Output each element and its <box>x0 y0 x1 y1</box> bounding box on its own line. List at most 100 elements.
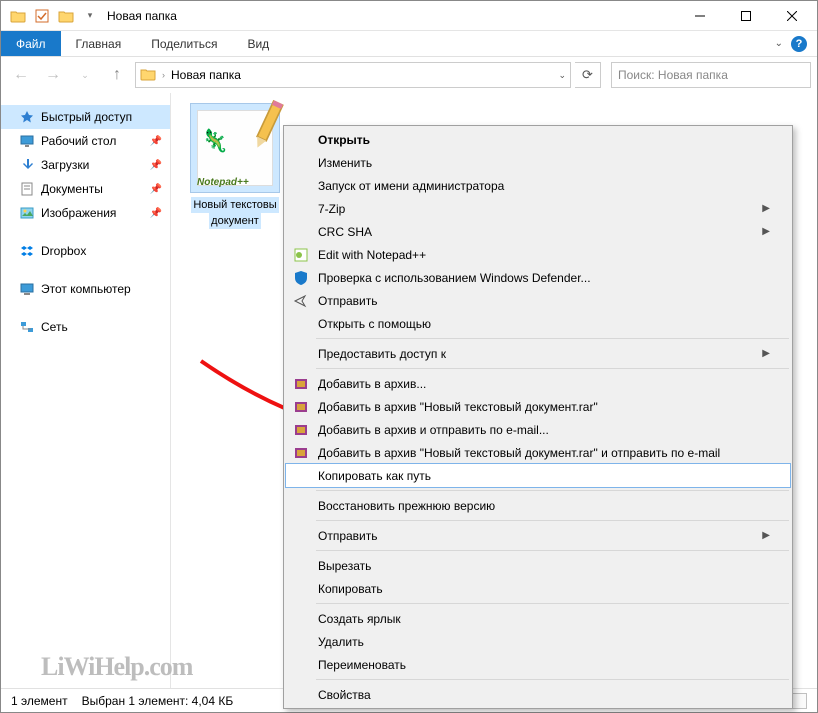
winrar-icon <box>292 421 310 439</box>
menu-send-to[interactable]: Отправить▶ <box>286 524 790 547</box>
menu-edit[interactable]: Изменить <box>286 151 790 174</box>
shield-icon <box>292 269 310 287</box>
menu-edit-npp[interactable]: Edit with Notepad++ <box>286 243 790 266</box>
quick-access-toolbar: ▾ <box>3 7 99 25</box>
file-label: Новый текстовы документ <box>181 197 289 229</box>
submenu-arrow-icon: ▶ <box>762 203 770 214</box>
network-icon <box>19 319 35 335</box>
menu-add-archive-rar[interactable]: Добавить в архив "Новый текстовый докуме… <box>286 395 790 418</box>
pictures-icon <box>19 205 35 221</box>
star-icon <box>19 109 35 125</box>
notepad-icon <box>292 246 310 264</box>
submenu-arrow-icon: ▶ <box>762 530 770 541</box>
history-dropdown[interactable]: ⌄ <box>71 62 99 88</box>
window-controls <box>677 1 815 31</box>
menu-restore[interactable]: Восстановить прежнюю версию <box>286 494 790 517</box>
tab-file[interactable]: Файл <box>1 31 61 56</box>
pin-icon: 📌 <box>150 208 162 219</box>
menu-run-as-admin[interactable]: Запуск от имени администратора <box>286 174 790 197</box>
sidebar-item-pictures[interactable]: Изображения 📌 <box>1 201 170 225</box>
forward-button[interactable]: → <box>39 62 67 88</box>
sidebar-item-quick-access[interactable]: Быстрый доступ <box>1 105 170 129</box>
pin-icon: 📌 <box>150 160 162 171</box>
tab-home[interactable]: Главная <box>61 31 137 56</box>
sidebar-label: Dropbox <box>41 244 86 258</box>
menu-separator <box>316 368 789 369</box>
file-thumbnail: 🦎 Notepad++ <box>190 103 280 193</box>
chevron-down-icon: ⌄ <box>775 38 783 49</box>
winrar-icon <box>292 375 310 393</box>
address-field[interactable]: › Новая папка ⌄ <box>135 62 571 88</box>
status-selected: Выбран 1 элемент: 4,04 КБ <box>82 694 234 708</box>
breadcrumb-location[interactable]: Новая папка <box>171 68 241 82</box>
menu-separator <box>316 520 789 521</box>
maximize-button[interactable] <box>723 1 769 31</box>
help-icon[interactable]: ? <box>791 36 807 52</box>
window-title: Новая папка <box>107 9 177 23</box>
menu-add-rar-email[interactable]: Добавить в архив "Новый текстовый докуме… <box>286 441 790 464</box>
sidebar-item-desktop[interactable]: Рабочий стол 📌 <box>1 129 170 153</box>
sidebar-item-network[interactable]: Сеть <box>1 315 170 339</box>
lizard-icon: 🦎 <box>201 134 228 148</box>
checkbox-icon[interactable] <box>33 7 51 25</box>
back-button[interactable]: ← <box>7 62 35 88</box>
menu-separator <box>316 603 789 604</box>
up-button[interactable]: ↑ <box>103 62 131 88</box>
minimize-button[interactable] <box>677 1 723 31</box>
sidebar-label: Документы <box>41 182 103 196</box>
close-button[interactable] <box>769 1 815 31</box>
sidebar-label: Быстрый доступ <box>41 110 132 124</box>
menu-give-access[interactable]: Предоставить доступ к▶ <box>286 342 790 365</box>
menu-copy-as-path[interactable]: Копировать как путь <box>286 464 790 487</box>
sidebar-item-downloads[interactable]: Загрузки 📌 <box>1 153 170 177</box>
dropbox-icon <box>19 243 35 259</box>
refresh-button[interactable]: ⟳ <box>575 62 601 88</box>
menu-7zip[interactable]: 7-Zip▶ <box>286 197 790 220</box>
menu-separator <box>316 338 789 339</box>
file-item[interactable]: 🦎 Notepad++ Новый текстовы документ <box>181 103 289 229</box>
tab-share[interactable]: Поделиться <box>136 31 232 56</box>
tab-view[interactable]: Вид <box>232 31 284 56</box>
pin-icon: 📌 <box>150 184 162 195</box>
sidebar: Быстрый доступ Рабочий стол 📌 Загрузки 📌… <box>1 93 171 695</box>
status-count: 1 элемент <box>11 694 68 708</box>
menu-open-with[interactable]: Открыть с помощью <box>286 312 790 335</box>
documents-icon <box>19 181 35 197</box>
sidebar-label: Этот компьютер <box>41 282 131 296</box>
share-icon <box>292 292 310 310</box>
notepad-badge: Notepad++ <box>197 176 249 190</box>
menu-copy[interactable]: Копировать <box>286 577 790 600</box>
address-dropdown-icon[interactable]: ⌄ <box>558 70 566 81</box>
menu-send[interactable]: Отправить <box>286 289 790 312</box>
sidebar-item-this-pc[interactable]: Этот компьютер <box>1 277 170 301</box>
search-input[interactable]: Поиск: Новая папка <box>611 62 811 88</box>
sidebar-label: Загрузки <box>41 158 89 172</box>
menu-shortcut[interactable]: Создать ярлык <box>286 607 790 630</box>
submenu-arrow-icon: ▶ <box>762 226 770 237</box>
menu-delete[interactable]: Удалить <box>286 630 790 653</box>
menu-separator <box>316 490 789 491</box>
menu-add-archive[interactable]: Добавить в архив... <box>286 372 790 395</box>
ribbon-expand[interactable]: ⌄ ? <box>765 31 817 56</box>
submenu-arrow-icon: ▶ <box>762 348 770 359</box>
folder-icon <box>57 7 75 25</box>
menu-add-email[interactable]: Добавить в архив и отправить по e-mail..… <box>286 418 790 441</box>
downloads-icon <box>19 157 35 173</box>
menu-defender[interactable]: Проверка с использованием Windows Defend… <box>286 266 790 289</box>
menu-rename[interactable]: Переименовать <box>286 653 790 676</box>
menu-crc-sha[interactable]: CRC SHA▶ <box>286 220 790 243</box>
sidebar-item-documents[interactable]: Документы 📌 <box>1 177 170 201</box>
search-placeholder: Поиск: Новая папка <box>618 68 728 82</box>
sidebar-item-dropbox[interactable]: Dropbox <box>1 239 170 263</box>
context-menu: Открыть Изменить Запуск от имени админис… <box>283 125 793 709</box>
breadcrumb-sep: › <box>162 70 165 80</box>
menu-open[interactable]: Открыть <box>286 128 790 151</box>
menu-properties[interactable]: Свойства <box>286 683 790 706</box>
folder-icon <box>9 7 27 25</box>
sidebar-label: Сеть <box>41 320 68 334</box>
qat-dropdown-icon[interactable]: ▾ <box>81 7 99 25</box>
sidebar-label: Рабочий стол <box>41 134 116 148</box>
watermark: LiWiHelp.com <box>41 652 192 682</box>
menu-cut[interactable]: Вырезать <box>286 554 790 577</box>
ribbon-tabs: Файл Главная Поделиться Вид ⌄ ? <box>1 31 817 57</box>
